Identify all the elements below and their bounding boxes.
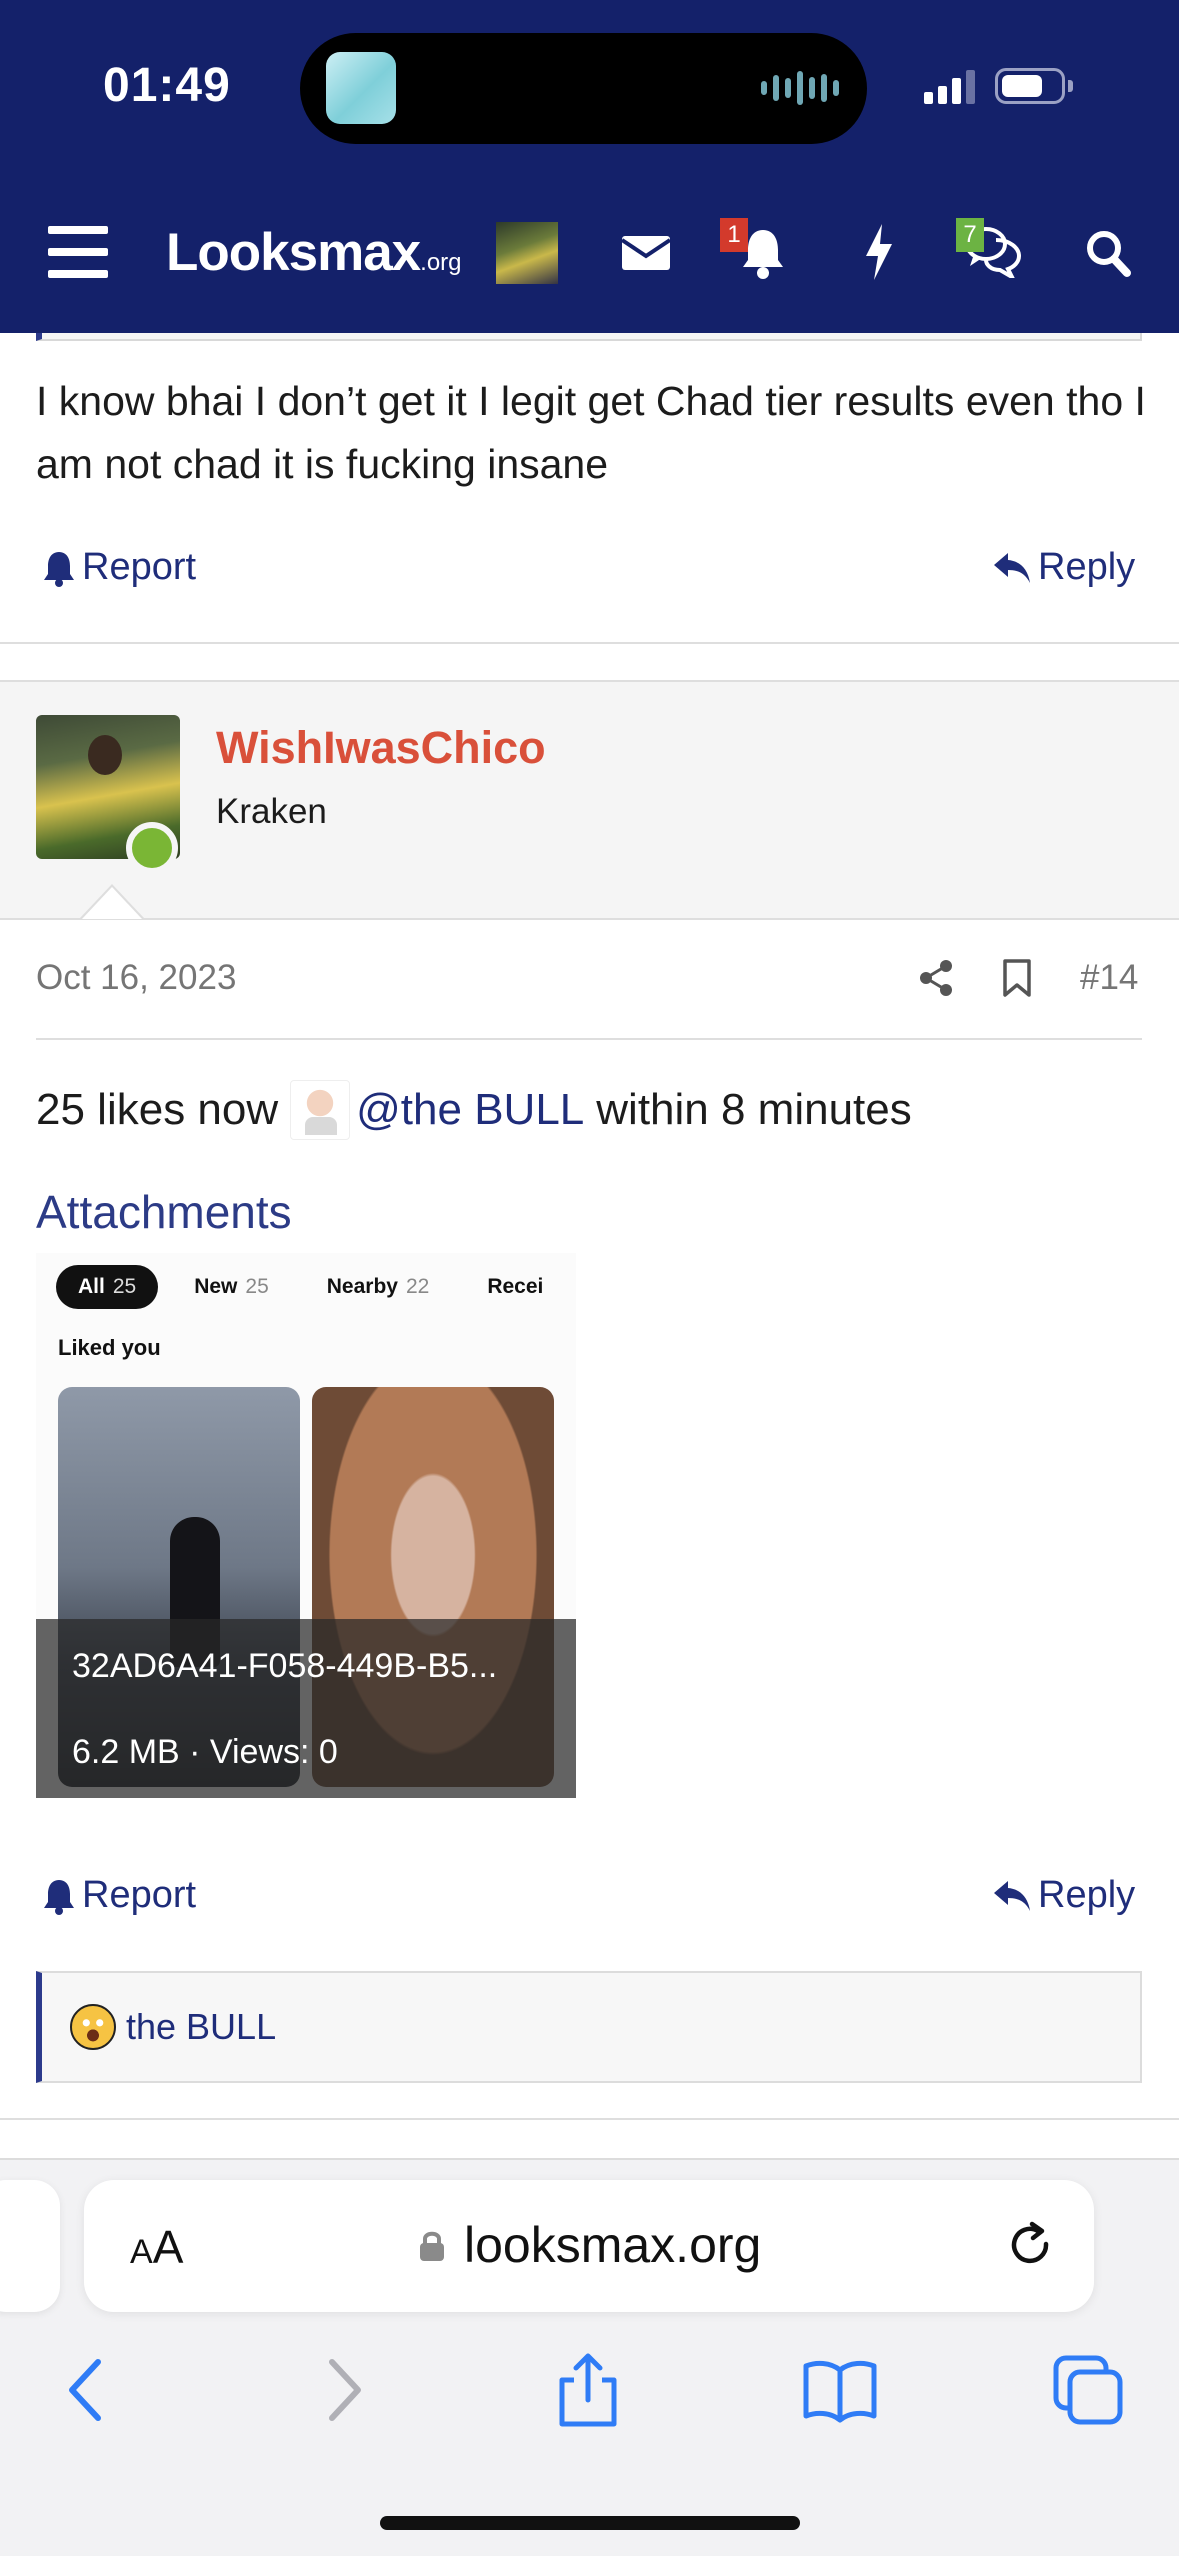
reload-icon[interactable] <box>1002 2218 1058 2274</box>
search-icon[interactable] <box>1084 228 1132 278</box>
url-text[interactable]: looksmax.org <box>464 2216 761 2274</box>
quote-block-edge <box>36 333 1142 341</box>
cellular-signal-icon <box>924 70 975 104</box>
attachment-meta: 6.2 MB · Views: 0 <box>72 1733 338 1771</box>
screenshot-tab: All 25 <box>56 1265 159 1309</box>
tabs-icon[interactable] <box>1048 2350 1128 2430</box>
report-button[interactable]: Report <box>42 546 196 589</box>
post-body: 25 likes now @the BULL within 8 minutes <box>36 1080 912 1140</box>
screenshot-tab: Recei <box>487 1275 544 1298</box>
alerts-badge: 1 <box>720 218 748 252</box>
reply-arrow-icon <box>994 552 1030 583</box>
report-label: Report <box>82 1874 197 1916</box>
post-date[interactable]: Oct 16, 2023 <box>36 958 236 998</box>
screenshot-liked-heading: Liked you <box>58 1335 161 1360</box>
report-button[interactable]: Report <box>42 1874 196 1917</box>
bell-icon <box>44 551 74 587</box>
user-mention-link[interactable]: @the BULL <box>356 1085 584 1135</box>
post-number[interactable]: #14 <box>1080 958 1138 998</box>
status-time: 01:49 <box>103 59 231 112</box>
previous-tab-edge[interactable] <box>0 2180 60 2312</box>
share-icon[interactable] <box>548 2350 628 2430</box>
post-body-text: 25 likes now <box>36 1085 279 1134</box>
online-status-indicator <box>126 822 178 874</box>
lightning-icon[interactable] <box>862 222 896 282</box>
post-meta-divider <box>36 1038 1142 1040</box>
reactions-bar[interactable]: the BULL <box>36 1971 1142 2083</box>
wow-reaction-icon <box>70 2004 116 2050</box>
site-logo[interactable]: Looksmax.org <box>166 222 462 283</box>
chat-bubbles-icon[interactable]: 7 <box>956 218 1022 283</box>
forward-icon[interactable] <box>302 2350 382 2430</box>
attachments-heading: Attachments <box>36 1186 292 1238</box>
report-label: Report <box>82 546 197 588</box>
home-indicator[interactable] <box>380 2516 800 2530</box>
address-bar[interactable]: AA looksmax.org <box>84 2180 1094 2312</box>
now-playing-thumbnail <box>326 52 396 124</box>
post-divider <box>0 642 1179 644</box>
author-title: Kraken <box>216 792 327 831</box>
screenshot-tab: Nearby 22 <box>326 1275 430 1298</box>
back-icon[interactable] <box>48 2350 128 2430</box>
attachment-info-overlay: 32AD6A41-F058-449B-B5... 6.2 MB · Views:… <box>36 1619 576 1798</box>
bell-icon <box>44 1879 74 1915</box>
conversations-badge: 7 <box>956 218 984 252</box>
reply-label: Reply <box>1038 1874 1136 1916</box>
audio-waveform-icon <box>761 70 839 106</box>
reply-button[interactable]: Reply <box>992 546 1135 589</box>
bookmark-icon[interactable] <box>1001 958 1033 998</box>
dynamic-island <box>300 33 867 144</box>
reply-label: Reply <box>1038 546 1136 588</box>
message-pointer <box>80 884 144 919</box>
envelope-icon[interactable] <box>620 228 672 276</box>
reply-button[interactable]: Reply <box>992 1874 1135 1917</box>
lock-icon <box>420 2231 444 2261</box>
post-divider <box>0 2118 1179 2120</box>
bell-icon[interactable]: 1 <box>720 218 786 280</box>
attachment-thumbnail[interactable]: All 25 New 25 Nearby 22 Recei Liked you 32A… <box>36 1253 576 1798</box>
previous-post-text: I know bhai I don’t get it I legit get C… <box>36 378 1146 487</box>
screenshot-tab: New 25 <box>194 1275 269 1298</box>
reply-arrow-icon <box>994 1880 1030 1911</box>
post-body-text-end: within 8 minutes <box>596 1085 912 1134</box>
mention-avatar <box>290 1080 351 1140</box>
reaction-user-link[interactable]: the BULL <box>126 2006 276 2048</box>
menu-icon[interactable] <box>48 226 108 278</box>
screenshot-tabs: All 25 New 25 Nearby 22 Recei <box>56 1265 565 1309</box>
share-icon[interactable] <box>918 958 954 998</box>
author-username[interactable]: WishIwasChico <box>216 722 546 774</box>
user-avatar[interactable] <box>496 222 558 284</box>
attachment-filename: 32AD6A41-F058-449B-B5... <box>72 1647 498 1685</box>
battery-icon <box>995 68 1065 104</box>
bookmarks-icon[interactable] <box>800 2350 880 2430</box>
text-size-button[interactable]: AA <box>130 2220 183 2274</box>
